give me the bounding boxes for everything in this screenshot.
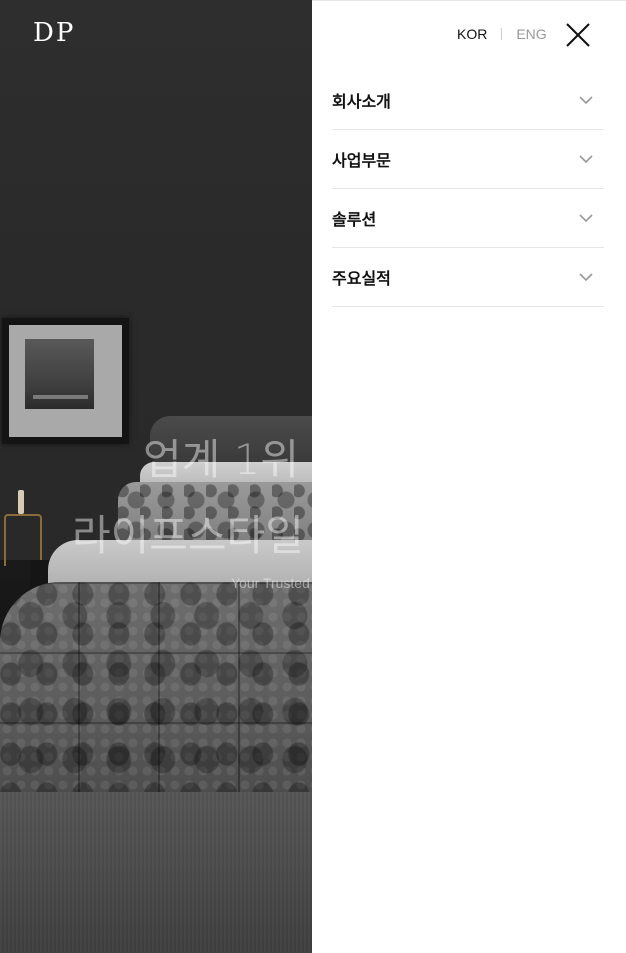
close-button[interactable]: [565, 22, 591, 48]
chevron-down-icon: [579, 273, 593, 282]
nav-item-label: 회사소개: [332, 92, 391, 111]
hero-image: DP 업계 1위 라이프스타일 Your Trusted: [0, 0, 312, 953]
language-switcher: KOR ENG: [457, 26, 547, 42]
lang-eng-link[interactable]: ENG: [516, 26, 546, 42]
close-icon: [566, 23, 590, 47]
chevron-down-icon: [579, 155, 593, 164]
duvet-seams: [0, 582, 312, 792]
nav-item-label: 주요실적: [332, 269, 391, 288]
nav-item-portfolio[interactable]: 주요실적: [332, 248, 604, 307]
wall-art-photo: [25, 339, 94, 409]
nav-item-solution[interactable]: 솔루션: [332, 189, 604, 248]
hero-headline-line2: 라이프스타일: [72, 511, 304, 560]
wall-art-frame: [2, 318, 129, 444]
nav-menu: 회사소개 사업부문 솔루션 주요실적: [332, 71, 604, 307]
candle-holder: [4, 514, 42, 566]
hero-subline: Your Trusted: [231, 575, 310, 591]
page: DP 업계 1위 라이프스타일 Your Trusted KOR ENG 회사소…: [0, 0, 626, 953]
lang-divider: [501, 28, 503, 40]
nav-item-company[interactable]: 회사소개: [332, 71, 604, 130]
logo[interactable]: DP: [33, 18, 75, 48]
candle: [18, 490, 24, 514]
nav-item-label: 사업부문: [332, 151, 391, 170]
hero-headline-line1: 업계 1위: [143, 435, 299, 484]
lang-kor-link[interactable]: KOR: [457, 26, 487, 42]
nav-drawer: KOR ENG 회사소개 사업부문 솔루션 주요실적: [312, 0, 626, 953]
chevron-down-icon: [579, 214, 593, 223]
nav-item-label: 솔루션: [332, 210, 377, 229]
nav-item-business[interactable]: 사업부문: [332, 130, 604, 189]
chevron-down-icon: [579, 96, 593, 105]
